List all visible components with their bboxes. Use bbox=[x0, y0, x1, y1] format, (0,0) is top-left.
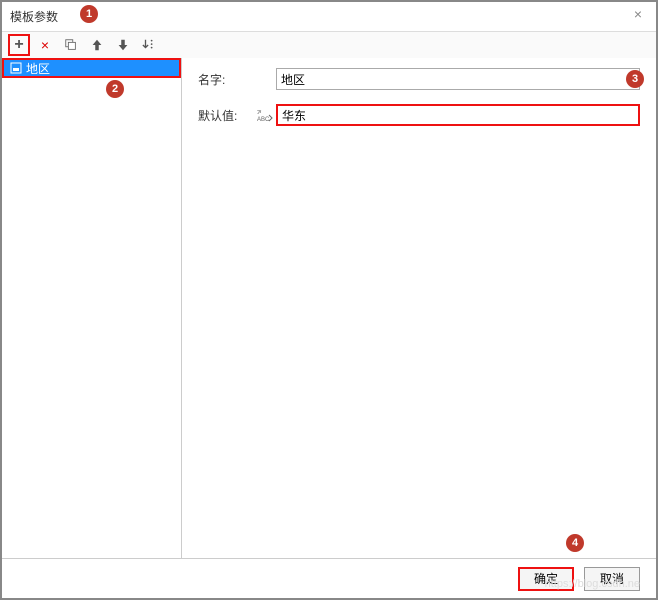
ok-button[interactable]: 确定 bbox=[518, 567, 574, 591]
annotation-badge-4: 4 bbox=[566, 534, 584, 552]
name-label: 名字: bbox=[198, 71, 254, 88]
svg-text:ꯍ: ꯍ bbox=[257, 110, 262, 116]
form-panel: 名字: 默认值: ꯍABC bbox=[182, 58, 656, 558]
default-input[interactable] bbox=[276, 104, 640, 126]
move-up-button[interactable] bbox=[86, 34, 108, 56]
plus-icon: + bbox=[14, 36, 23, 54]
add-button[interactable]: + bbox=[8, 34, 30, 56]
default-label: 默认值: bbox=[198, 107, 254, 124]
sort-button[interactable] bbox=[138, 34, 160, 56]
arrow-up-icon bbox=[90, 38, 104, 52]
move-down-button[interactable] bbox=[112, 34, 134, 56]
sort-icon bbox=[142, 38, 156, 52]
arrow-down-icon bbox=[116, 38, 130, 52]
x-icon: × bbox=[41, 37, 49, 53]
copy-icon bbox=[64, 38, 78, 52]
cancel-button[interactable]: 取消 bbox=[584, 567, 640, 591]
param-list: 地区 bbox=[2, 58, 182, 558]
name-row: 名字: bbox=[198, 68, 640, 90]
list-item-label: 地区 bbox=[26, 60, 50, 77]
content-area: 地区 名字: 默认值: ꯍABC bbox=[2, 58, 656, 558]
param-icon bbox=[10, 62, 22, 74]
type-icon: ꯍABC bbox=[254, 108, 276, 122]
footer: 确定 取消 bbox=[2, 558, 656, 598]
titlebar: 模板参数 × bbox=[2, 2, 656, 32]
delete-button[interactable]: × bbox=[34, 34, 56, 56]
close-icon[interactable]: × bbox=[628, 6, 648, 22]
default-row: 默认值: ꯍABC bbox=[198, 104, 640, 126]
list-item[interactable]: 地区 bbox=[2, 58, 181, 78]
svg-text:ABC: ABC bbox=[257, 117, 270, 122]
annotation-badge-2: 2 bbox=[106, 80, 124, 98]
toolbar: + × bbox=[2, 32, 656, 58]
annotation-badge-3: 3 bbox=[626, 70, 644, 88]
name-input[interactable] bbox=[276, 68, 640, 90]
window-title: 模板参数 bbox=[10, 8, 58, 25]
annotation-badge-1: 1 bbox=[80, 5, 98, 23]
copy-button[interactable] bbox=[60, 34, 82, 56]
